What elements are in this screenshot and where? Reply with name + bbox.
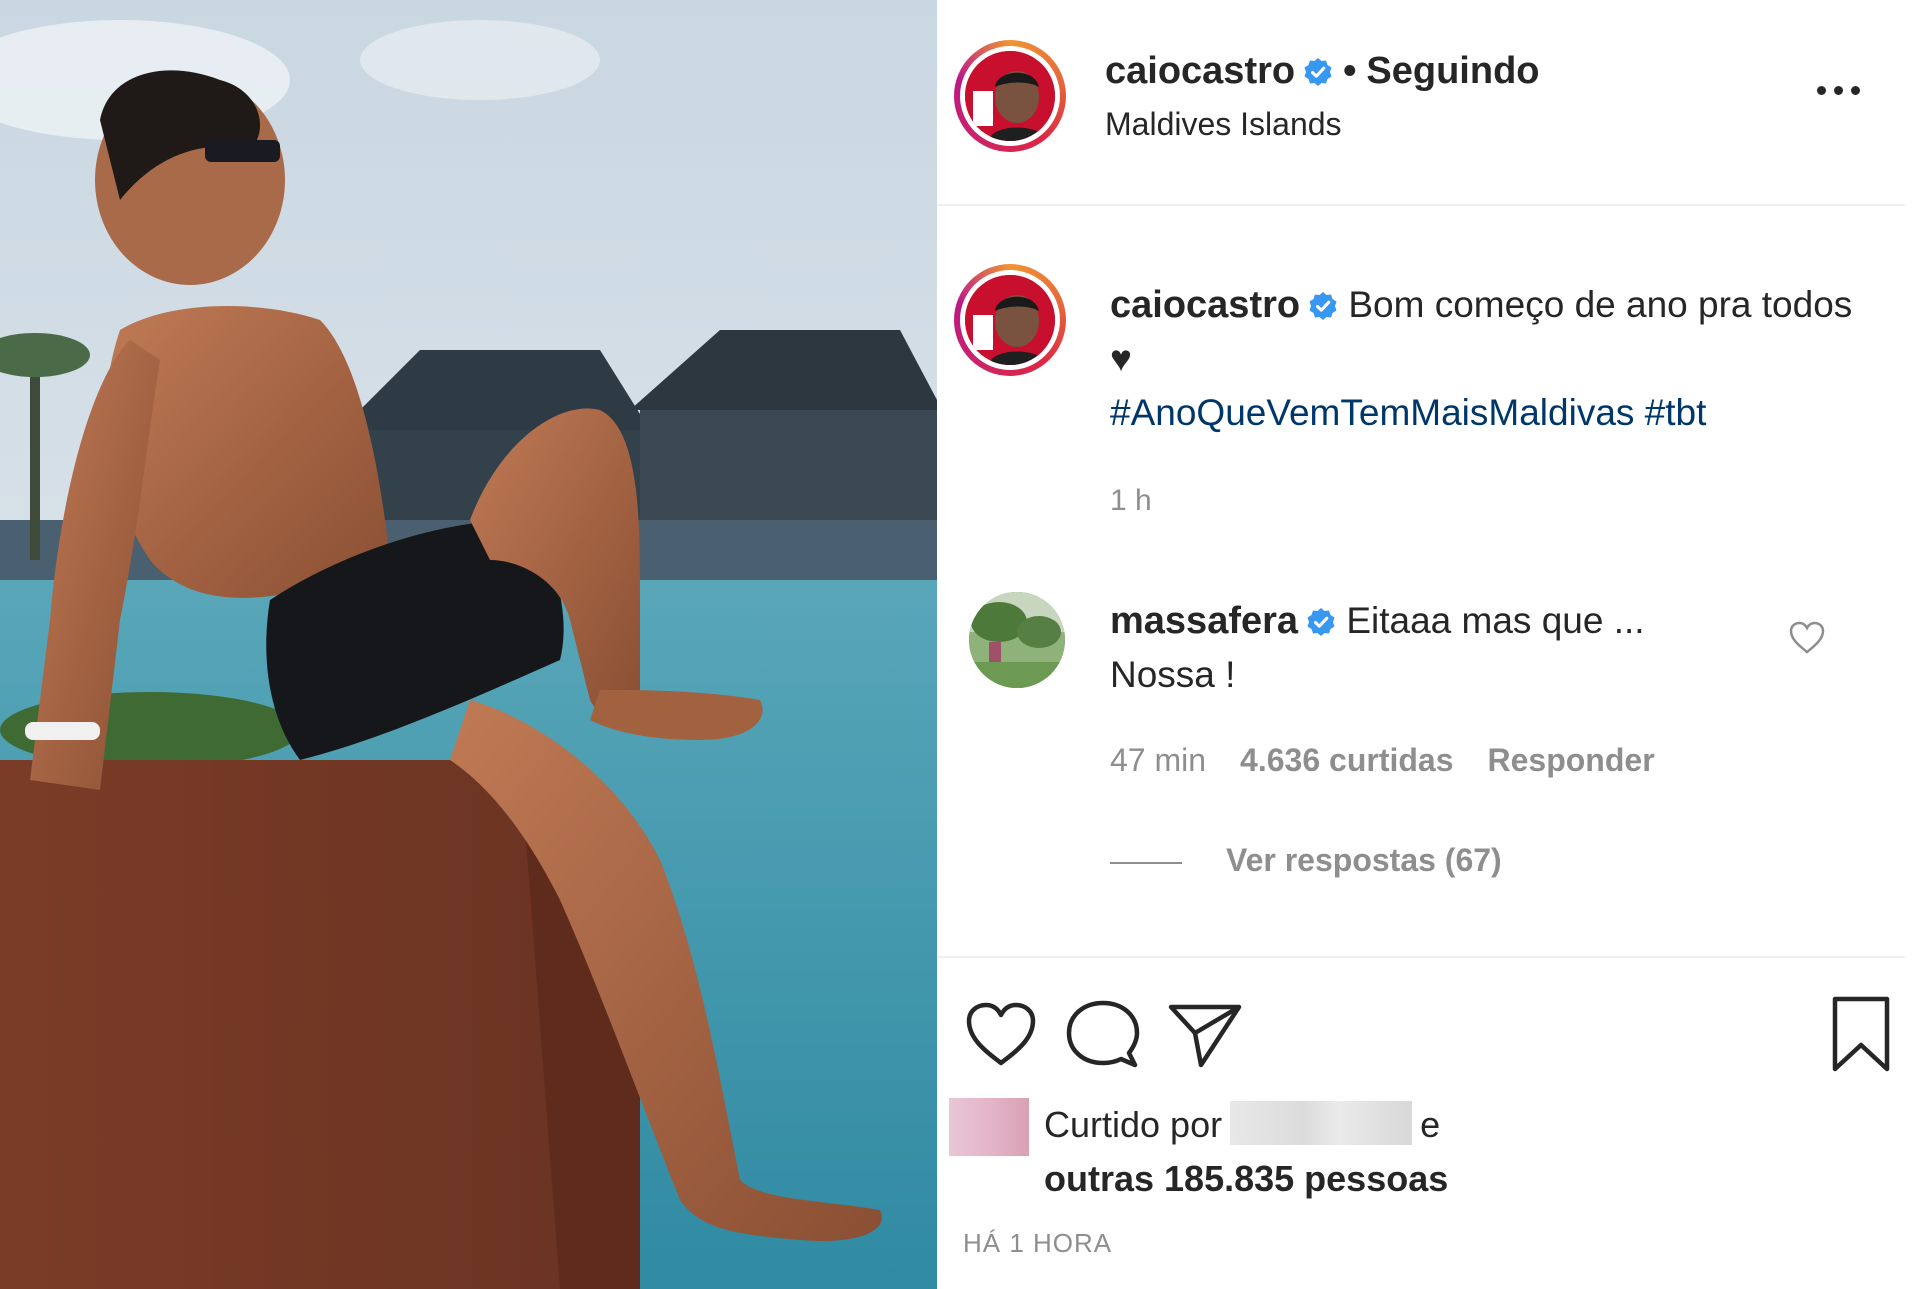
- comment: massafera Eitaaa mas que ... Nossa !: [1110, 594, 1670, 702]
- reply-button[interactable]: Responder: [1488, 742, 1655, 778]
- liked-by-connector: e: [1420, 1104, 1441, 1145]
- liker-avatars: [949, 1098, 1029, 1156]
- save-bookmark-icon[interactable]: [1821, 995, 1901, 1075]
- post-photo[interactable]: [0, 0, 937, 1289]
- action-bar: [961, 995, 1901, 1075]
- liked-by-prefix: Curtido por: [1044, 1104, 1223, 1145]
- like-heart-icon[interactable]: [961, 995, 1041, 1075]
- view-replies-label: Ver respostas (67): [1226, 842, 1502, 878]
- replies-rule: [1110, 861, 1182, 864]
- author-avatar[interactable]: [954, 40, 1066, 152]
- share-send-icon[interactable]: [1165, 995, 1245, 1075]
- post-location[interactable]: Maldives Islands: [1105, 106, 1342, 143]
- header-divider: [937, 204, 1905, 206]
- liked-by: Curtido por e outras 185.835 pessoas: [1044, 1098, 1448, 1206]
- caption-username[interactable]: caiocastro: [1110, 284, 1300, 326]
- post-image: [0, 0, 937, 1289]
- verified-badge-icon: [1307, 608, 1335, 636]
- caption-author-avatar[interactable]: [954, 264, 1066, 376]
- verified-badge-icon: [1304, 58, 1332, 86]
- follow-status-button[interactable]: Seguindo: [1366, 50, 1539, 92]
- likes-count-link[interactable]: outras 185.835 pessoas: [1044, 1158, 1448, 1199]
- liker-name-blurred: [1230, 1101, 1413, 1145]
- post-header: caiocastro • Seguindo: [1105, 50, 1540, 93]
- commenter-avatar[interactable]: [969, 592, 1065, 688]
- caption-hashtags[interactable]: #AnoQueVemTemMaisMaldivas #tbt: [1110, 392, 1706, 433]
- actions-divider: [937, 956, 1905, 958]
- comment-bubble-icon[interactable]: [1063, 995, 1143, 1075]
- comment-meta: 47 min 4.636 curtidas Responder: [1110, 742, 1689, 779]
- view-replies-link[interactable]: Ver respostas (67): [1110, 842, 1502, 879]
- post-caption: caiocastro Bom começo de ano pra todos ♥…: [1110, 278, 1870, 440]
- commenter-username[interactable]: massafera: [1110, 600, 1298, 642]
- author-username[interactable]: caiocastro: [1105, 50, 1295, 92]
- comment-time: 47 min: [1110, 742, 1207, 778]
- verified-badge-icon: [1309, 292, 1337, 320]
- more-options-icon[interactable]: [1817, 82, 1877, 102]
- post-timestamp: HÁ 1 HORA: [963, 1228, 1113, 1258]
- caption-time: 1 h: [1110, 484, 1152, 517]
- comment-likes[interactable]: 4.636 curtidas: [1240, 742, 1453, 778]
- separator-dot: •: [1343, 50, 1357, 92]
- comment-like-heart-icon[interactable]: [1787, 618, 1827, 658]
- post-details-panel: caiocastro • Seguindo Maldives Islands cai…: [937, 0, 1920, 1289]
